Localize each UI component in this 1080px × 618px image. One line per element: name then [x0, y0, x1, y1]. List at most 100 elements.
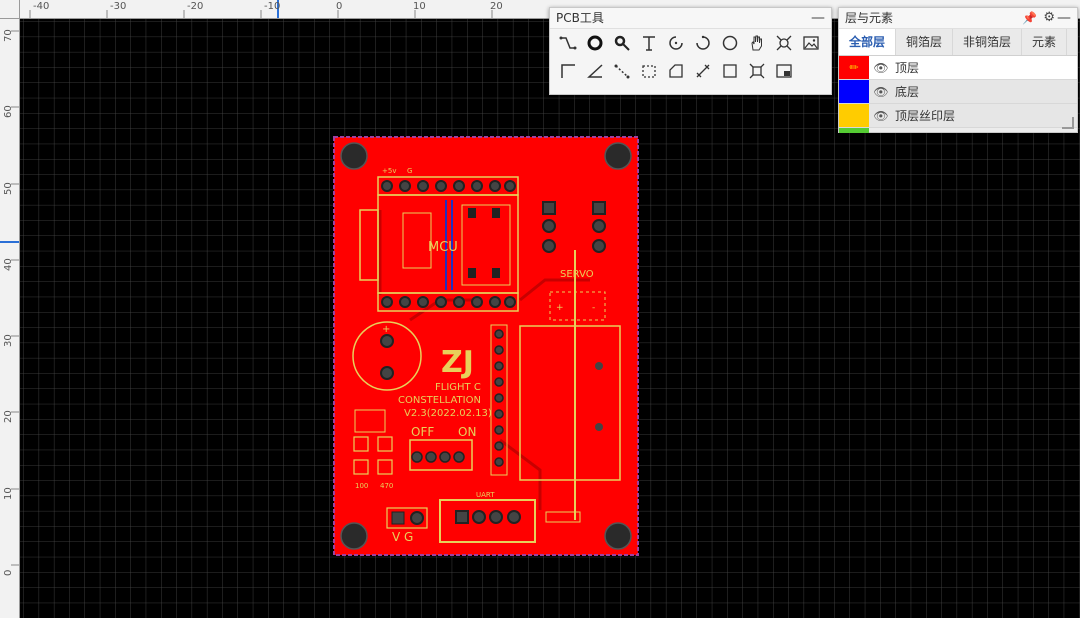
- corner-icon[interactable]: [554, 59, 581, 83]
- layout-icon[interactable]: [770, 59, 797, 83]
- ruler-label: -30: [110, 1, 127, 12]
- ruler-label: -20: [187, 1, 204, 12]
- servo-plus: +: [556, 303, 564, 313]
- smd-pad: [468, 208, 476, 218]
- tab-copper-layers[interactable]: 铜箔层: [896, 29, 954, 55]
- smd-pad: [492, 208, 500, 218]
- ruler-label: 20: [490, 1, 503, 12]
- gear-icon[interactable]: ⚙: [1043, 8, 1055, 28]
- angle-icon[interactable]: [581, 59, 608, 83]
- tools-row-2: [550, 57, 831, 85]
- minimize-button[interactable]: —: [1057, 8, 1071, 28]
- pan-hand-icon[interactable]: [743, 31, 770, 55]
- layer-row-top-silkscreen[interactable]: 👁 顶层丝印层: [839, 104, 1077, 128]
- square-icon[interactable]: [716, 59, 743, 83]
- logo: ZJ: [441, 345, 474, 380]
- mounting-hole: [604, 522, 632, 550]
- measure-icon[interactable]: [608, 59, 635, 83]
- ruler-label: 30: [3, 334, 14, 347]
- select-box-icon[interactable]: [743, 59, 770, 83]
- text-icon[interactable]: [635, 31, 662, 55]
- switch-on-label: ON: [458, 425, 476, 439]
- board-title-line2: CONSTELLATION: [398, 395, 481, 406]
- eye-icon[interactable]: 👁: [869, 61, 893, 75]
- uart-label: UART: [476, 491, 495, 499]
- ruler-label: 10: [413, 1, 426, 12]
- layer-row-top[interactable]: ✏ 👁 顶层: [839, 56, 1077, 80]
- layers-title: 层与元素: [845, 11, 894, 25]
- smd-pad: [468, 268, 476, 278]
- snap-icon[interactable]: [770, 31, 797, 55]
- tab-elements[interactable]: 元素: [1022, 29, 1068, 55]
- ruler-label: 40: [3, 258, 14, 271]
- arc-center-icon[interactable]: [662, 31, 689, 55]
- pcb-tools-title-bar[interactable]: PCB工具 —: [550, 8, 831, 29]
- mounting-hole: [340, 522, 368, 550]
- mounting-hole: [604, 142, 632, 170]
- servo-minus: -: [592, 303, 595, 313]
- layer-name: 底层: [895, 85, 920, 99]
- resize-handle[interactable]: [1062, 117, 1074, 129]
- ruler-label: -10: [264, 1, 281, 12]
- pencil-icon: ✏: [849, 61, 859, 74]
- circle-icon[interactable]: [716, 31, 743, 55]
- layers-title-bar[interactable]: 层与元素 📌 ⚙ —: [839, 8, 1077, 29]
- polygon-icon[interactable]: [662, 59, 689, 83]
- via-icon[interactable]: [581, 31, 608, 55]
- layers-tabs: 全部层 铜箔层 非铜箔层 元素: [839, 29, 1077, 56]
- pad-icon[interactable]: [608, 31, 635, 55]
- layer-row-bottom[interactable]: 👁 底层: [839, 80, 1077, 104]
- ruler-label: 70: [3, 29, 14, 42]
- ruler-label: 20: [3, 410, 14, 423]
- vertical-header-pads: [494, 329, 504, 467]
- wire-icon[interactable]: [554, 31, 581, 55]
- layer-color-swatch[interactable]: ✏: [839, 56, 869, 79]
- eye-icon[interactable]: 👁: [869, 109, 893, 123]
- mounting-hole: [340, 142, 368, 170]
- layer-color-swatch-partial: [839, 128, 869, 133]
- vg-pad: [391, 511, 405, 525]
- ruler-label: 0: [336, 1, 343, 12]
- image-icon[interactable]: [797, 31, 824, 55]
- ruler-label: 10: [3, 487, 14, 500]
- layer-color-swatch[interactable]: [839, 80, 869, 103]
- capacitor-pad: [380, 334, 394, 348]
- switch-off-label: OFF: [411, 425, 434, 439]
- layer-name: 顶层丝印层: [895, 109, 956, 123]
- resistor-label-470: 470: [380, 482, 393, 490]
- board-version: V2.3(2022.02.13): [404, 408, 492, 419]
- layers-panel[interactable]: 层与元素 📌 ⚙ — 全部层 铜箔层 非铜箔层 元素 ✏ 👁 顶层 👁 底层 👁…: [838, 7, 1078, 133]
- servo-label: SERVO: [560, 269, 594, 280]
- dimension-icon[interactable]: [689, 59, 716, 83]
- layer-name: 顶层: [895, 61, 920, 75]
- pcb-tools-panel[interactable]: PCB工具 —: [549, 7, 832, 95]
- ruler-label: 50: [3, 182, 14, 195]
- vg-pad: [410, 511, 424, 525]
- ruler-label: -40: [33, 1, 50, 12]
- silk-ground-label: G: [407, 167, 412, 175]
- minimize-button[interactable]: —: [811, 8, 825, 28]
- ruler-label: 0: [3, 569, 14, 576]
- silk-power-label: +5v: [382, 167, 396, 175]
- module-pad: [595, 362, 603, 370]
- arc-3pt-icon[interactable]: [689, 31, 716, 55]
- smd-pad: [492, 268, 500, 278]
- resistor-label-100: 100: [355, 482, 368, 490]
- mcu-label: MCU: [428, 240, 458, 255]
- pin-icon[interactable]: 📌: [1022, 8, 1037, 28]
- ruler-corner: [0, 0, 20, 19]
- tab-non-copper-layers[interactable]: 非铜箔层: [953, 29, 1023, 55]
- tab-all-layers[interactable]: 全部层: [839, 29, 897, 55]
- pcb-tools-title: PCB工具: [556, 11, 604, 25]
- module-pad: [595, 423, 603, 431]
- vg-label: V G: [392, 530, 413, 544]
- capacitor-plus: +: [382, 324, 390, 335]
- rect-dashed-icon[interactable]: [635, 59, 662, 83]
- eye-icon[interactable]: 👁: [869, 85, 893, 99]
- left-ruler: 70 60 50 40 30 20 10 0: [0, 18, 20, 618]
- board-title-line1: FLIGHT C: [435, 382, 481, 393]
- tools-row-1: [550, 29, 831, 57]
- capacitor-pad: [380, 366, 394, 380]
- layer-color-swatch[interactable]: [839, 104, 869, 127]
- ruler-label: 60: [3, 105, 14, 118]
